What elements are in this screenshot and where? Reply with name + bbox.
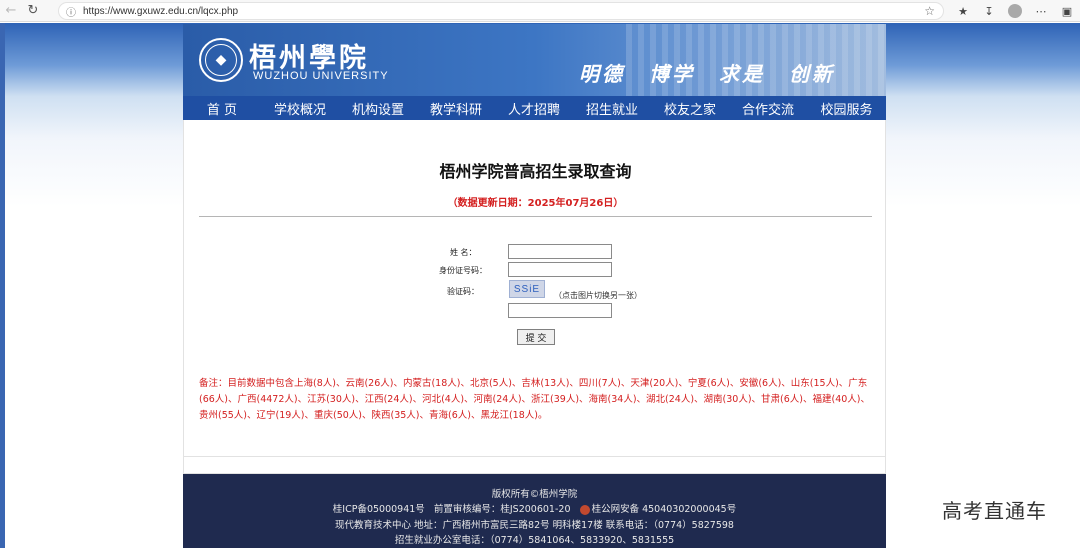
nav-home[interactable]: 首 页 — [183, 99, 261, 118]
back-icon[interactable]: ← — [0, 0, 22, 22]
address-url: https://www.gxuwz.edu.cn/lqcx.php — [83, 5, 239, 17]
id-number-label: 身份证号码： — [439, 266, 487, 275]
profile-icon[interactable] — [1004, 0, 1026, 22]
update-date: （数据更新日期：2025年07月26日） — [447, 198, 624, 209]
avatar — [1008, 4, 1022, 18]
main-nav: 首 页 学校概况 机构设置 教学科研 人才招聘 招生就业 校友之家 合作交流 校… — [183, 96, 886, 120]
police-badge-icon — [579, 504, 590, 515]
divider — [199, 216, 872, 217]
footer-police-record[interactable]: 桂公网安备 45040302000045号 — [592, 504, 737, 515]
nav-admissions[interactable]: 招生就业 — [573, 99, 651, 118]
query-panel: 梧州学院普高招生录取查询 （数据更新日期：2025年07月26日） 姓 名： 身… — [183, 120, 886, 456]
page-title: 梧州学院普高招生录取查询 — [439, 162, 632, 181]
school-motto: 明德 博学 求是 创新 — [579, 58, 835, 87]
remarks-note: 备注：目前数据中包含上海(8人)、云南(26人)、内蒙古(18人)、北京(5人)… — [199, 378, 871, 421]
nav-recruitment[interactable]: 人才招聘 — [495, 99, 573, 118]
footer-pre-approval: 前置审核编号：桂JS200601-20 — [433, 504, 571, 515]
submit-button[interactable]: 提 交 — [517, 329, 555, 345]
favorite-star-icon[interactable]: ☆ — [924, 4, 935, 18]
nav-departments[interactable]: 机构设置 — [339, 99, 417, 118]
content-footer-strip — [183, 456, 886, 474]
downloads-icon[interactable]: ↧ — [978, 0, 1000, 22]
name-label: 姓 名： — [450, 248, 477, 257]
captcha-input[interactable] — [508, 303, 612, 318]
nav-about[interactable]: 学校概况 — [261, 99, 339, 118]
footer-copyright: 版权所有©梧州学院 — [491, 489, 578, 500]
reload-icon[interactable]: ↻ — [22, 0, 44, 22]
header-banner: ◆ 梧州學院 WUZHOU UNIVERSITY 明德 博学 求是 创新 — [183, 24, 886, 96]
school-name-en: WUZHOU UNIVERSITY — [253, 70, 389, 82]
motto-word: 明德 — [579, 62, 625, 86]
nav-cooperation[interactable]: 合作交流 — [729, 99, 807, 118]
motto-word: 创新 — [789, 62, 835, 86]
page-left-edge — [0, 23, 5, 548]
browser-toolbar: ← ↻ ⓘ https://www.gxuwz.edu.cn/lqcx.php … — [0, 0, 1080, 22]
footer-registration: 桂ICP备05000941号 前置审核编号：桂JS200601-20 桂公网安备… — [183, 501, 886, 515]
address-bar[interactable]: ⓘ https://www.gxuwz.edu.cn/lqcx.php ☆ — [58, 2, 944, 20]
watermark: 高考直通车 — [942, 499, 1047, 523]
captcha-label: 验证码： — [447, 287, 479, 296]
sidebar-toggle-icon[interactable]: ▣ — [1056, 0, 1078, 22]
name-input[interactable] — [508, 244, 612, 259]
site-info-icon[interactable]: ⓘ — [65, 5, 77, 19]
site-footer: 版权所有©梧州学院 桂ICP备05000941号 前置审核编号：桂JS20060… — [183, 474, 886, 548]
nav-teaching[interactable]: 教学科研 — [417, 99, 495, 118]
captcha-image[interactable]: SSiE — [509, 280, 545, 298]
browser-tools: ★ ↧ ⋯ ▣ — [952, 0, 1078, 22]
more-menu-icon[interactable]: ⋯ — [1030, 0, 1052, 22]
favorites-icon[interactable]: ★ — [952, 0, 974, 22]
nav-campus-services[interactable]: 校园服务 — [807, 99, 886, 118]
captcha-hint: （点击图片切换另一张） — [554, 291, 642, 300]
footer-address: 现代教育技术中心 地址：广西梧州市富民三路82号 明科楼17楼 联系电话：（07… — [335, 520, 734, 531]
school-seal-icon[interactable]: ◆ — [199, 38, 243, 82]
footer-icp[interactable]: 桂ICP备05000941号 — [333, 504, 425, 515]
motto-word: 求是 — [719, 62, 765, 86]
nav-alumni[interactable]: 校友之家 — [651, 99, 729, 118]
motto-word: 博学 — [649, 62, 695, 86]
id-number-input[interactable] — [508, 262, 612, 277]
footer-admissions-phone: 招生就业办公室电话：（0774）5841064、5833920、5831555 — [394, 535, 675, 546]
